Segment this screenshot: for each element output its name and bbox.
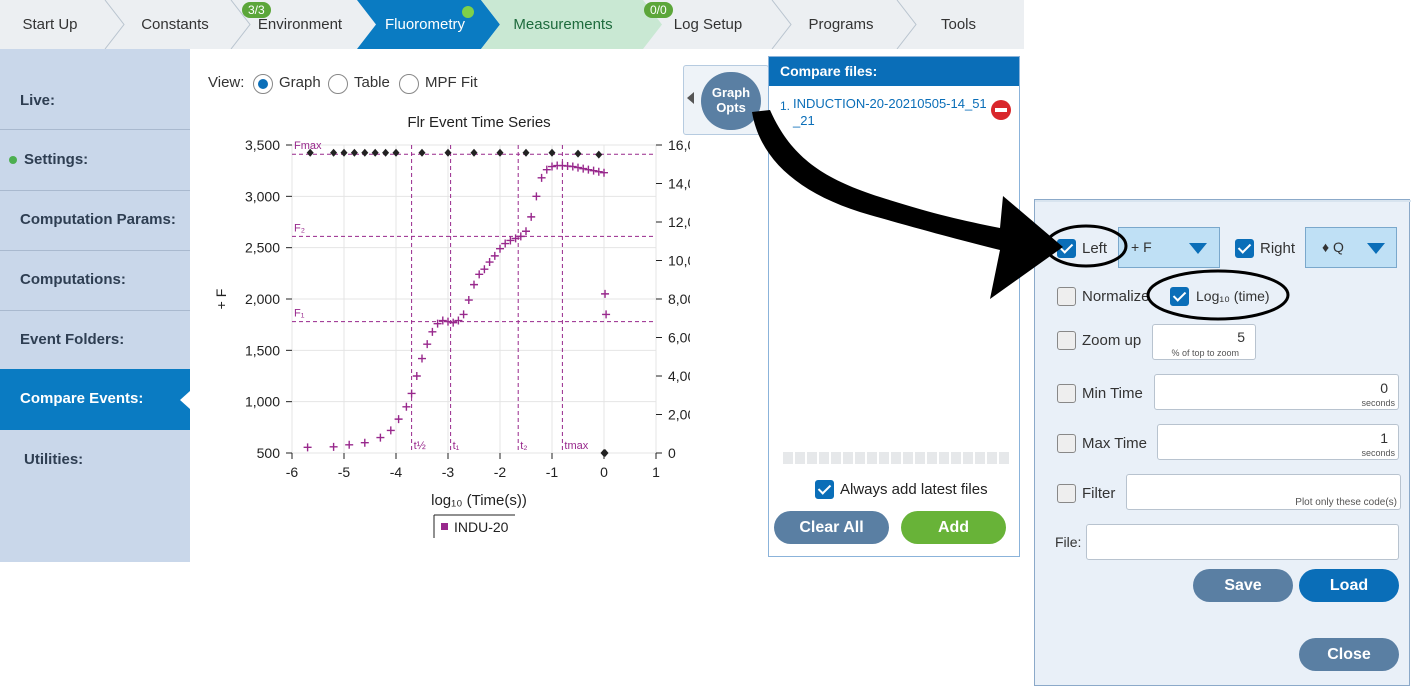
annotation-ellipse-log [1146,269,1290,321]
annotation-arrow [752,110,1063,299]
annotation-overlay [752,110,1290,321]
